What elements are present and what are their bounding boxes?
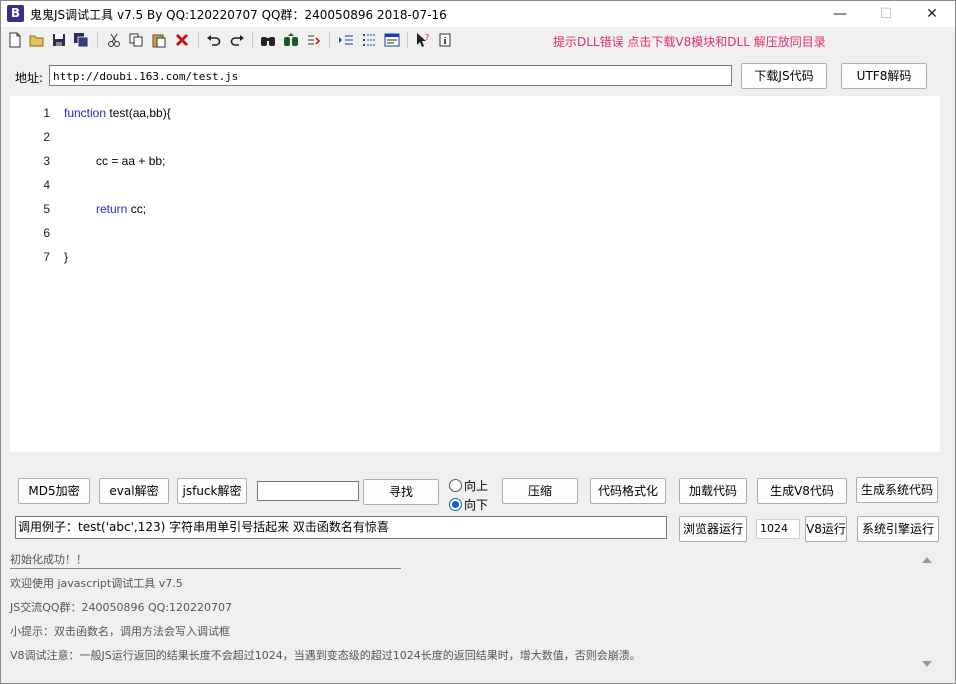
info-icon[interactable]: [436, 31, 454, 49]
line-number: 7: [43, 250, 50, 264]
paste-icon[interactable]: [150, 31, 168, 49]
main-window: B 鬼鬼JS调试工具 v7.5 By QQ:120220707 QQ群：2400…: [0, 0, 956, 684]
window-title: 鬼鬼JS调试工具 v7.5 By QQ:120220707 QQ群：240050…: [30, 8, 447, 22]
new-file-icon[interactable]: [6, 31, 24, 49]
copy-icon[interactable]: [127, 31, 145, 49]
open-folder-icon[interactable]: [28, 31, 46, 49]
radio-circle-up[interactable]: [449, 479, 462, 492]
code-line: cc = aa + bb;: [96, 154, 165, 168]
find-button[interactable]: 寻找: [363, 479, 439, 505]
scroll-up-icon[interactable]: [922, 557, 932, 563]
generate-v8-button[interactable]: 生成V8代码: [757, 478, 847, 504]
radio-down[interactable]: 向下: [449, 496, 488, 513]
line-number: 2: [43, 130, 50, 144]
output-line: 小提示：双击函数名，调用方法会写入调试框: [10, 625, 230, 638]
radio-up[interactable]: 向上: [449, 477, 488, 494]
code-keyword: function: [64, 106, 107, 120]
code-line: return cc;: [96, 202, 146, 216]
load-code-button[interactable]: 加载代码: [679, 478, 747, 504]
output-line: V8调试注意：一般JS运行返回的结果长度不会超过1024，当遇到变态级的超过10…: [10, 649, 641, 662]
browser-run-button[interactable]: 浏览器运行: [679, 516, 747, 542]
output-line: JS交流QQ群：240050896 QQ:120220707: [10, 601, 233, 614]
app-icon: B: [7, 5, 24, 22]
code-editor[interactable]: 1 2 3 4 5 6 7 function test(aa,bb){ cc =…: [10, 96, 940, 452]
call-example-input[interactable]: 调用例子：test('abc',123) 字符串用单引号括起来 双击函数名有惊喜: [15, 516, 667, 539]
replace-icon[interactable]: [305, 31, 323, 49]
redo-icon[interactable]: [228, 31, 246, 49]
output-scrollbar[interactable]: [919, 547, 936, 675]
code-line: function test(aa,bb){: [64, 106, 171, 120]
find-icon[interactable]: [259, 31, 277, 49]
address-input[interactable]: http://doubi.163.com/test.js: [49, 65, 732, 86]
save-icon[interactable]: [50, 31, 68, 49]
system-engine-run-button[interactable]: 系统引擎运行: [857, 516, 939, 542]
code-keyword: return: [96, 202, 128, 216]
undo-icon[interactable]: [205, 31, 223, 49]
list-icon[interactable]: [360, 31, 378, 49]
title-bar: B 鬼鬼JS调试工具 v7.5 By QQ:120220707 QQ群：2400…: [1, 1, 955, 27]
minimize-button[interactable]: —: [817, 1, 863, 27]
line-number: 5: [43, 202, 50, 216]
line-number: 3: [43, 154, 50, 168]
compress-button[interactable]: 压缩: [502, 478, 578, 504]
md5-encrypt-button[interactable]: MD5加密: [18, 478, 90, 504]
line-number: 6: [43, 226, 50, 240]
output-line: 初始化成功！！: [10, 553, 87, 566]
eval-decode-button[interactable]: eval解密: [99, 478, 169, 504]
close-button[interactable]: ✕: [909, 1, 955, 27]
svg-text:?: ?: [425, 33, 429, 42]
format-code-button[interactable]: 代码格式化: [590, 478, 666, 504]
find-next-icon[interactable]: [282, 31, 300, 49]
generate-system-code-button[interactable]: 生成系统代码: [856, 477, 938, 503]
code-text: }: [64, 250, 69, 264]
dll-hint-link[interactable]: 提示DLL错误 点击下载V8模块和DLL 解压放同目录: [553, 33, 826, 50]
v8-run-button[interactable]: V8运行: [805, 516, 847, 542]
line-number: 1: [43, 106, 50, 120]
result-length-input[interactable]: 1024: [756, 519, 800, 539]
output-log[interactable]: 初始化成功！！ 欢迎使用 javascript调试工具 v7.5 JS交流QQ群…: [10, 547, 918, 675]
code-text: cc;: [127, 202, 147, 216]
radio-circle-down[interactable]: [449, 498, 462, 511]
cut-icon[interactable]: [105, 31, 123, 49]
radio-up-label: 向上: [464, 479, 489, 493]
save-all-icon[interactable]: [72, 31, 90, 49]
download-js-button[interactable]: 下载JS代码: [741, 63, 827, 89]
jsfuck-decode-button[interactable]: jsfuck解密: [177, 478, 247, 504]
window-icon[interactable]: [383, 31, 401, 49]
output-divider: [10, 568, 401, 569]
help-cursor-icon[interactable]: ?: [414, 31, 432, 49]
code-text: cc = aa + bb;: [96, 154, 166, 168]
utf8-decode-button[interactable]: UTF8解码: [841, 63, 927, 89]
line-number: 4: [43, 178, 50, 192]
radio-down-label: 向下: [464, 498, 489, 512]
output-line: 欢迎使用 javascript调试工具 v7.5: [10, 577, 183, 590]
delete-icon[interactable]: [173, 31, 191, 49]
code-text: test(aa,bb){: [106, 106, 171, 120]
indent-icon[interactable]: [337, 31, 355, 49]
maximize-button[interactable]: ☐: [863, 1, 909, 27]
search-input[interactable]: [257, 481, 359, 501]
code-line: }: [64, 250, 68, 264]
scroll-down-icon[interactable]: [922, 661, 932, 667]
address-label: 地址:: [15, 71, 44, 85]
